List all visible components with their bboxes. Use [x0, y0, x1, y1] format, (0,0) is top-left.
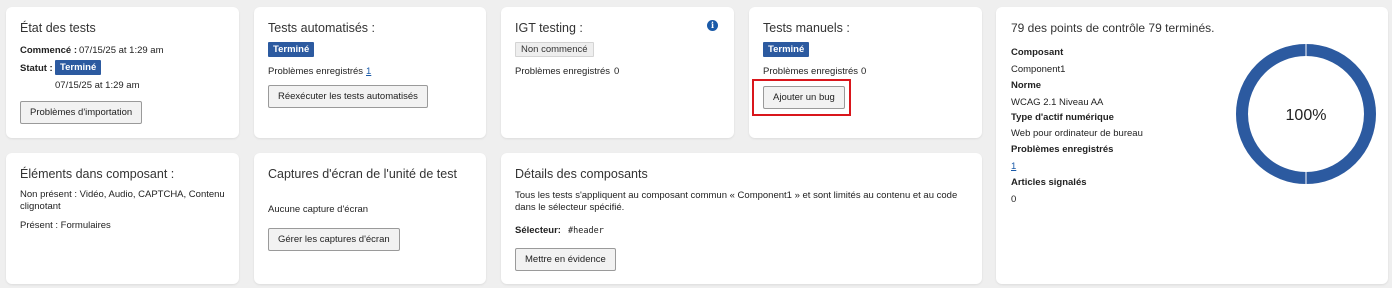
- component-value: Component1: [1011, 64, 1066, 75]
- card-title: État des tests: [20, 21, 96, 35]
- status-date: 07/15/25 at 1:29 am: [55, 80, 140, 91]
- card-title: Éléments dans composant :: [20, 167, 175, 181]
- manage-screenshots-button[interactable]: Gérer les captures d'écran: [268, 228, 400, 251]
- asset-type-label: Type d'actif numérique: [1011, 112, 1114, 123]
- status-badge: Terminé: [763, 42, 810, 57]
- selector-label: Sélecteur:: [515, 225, 561, 236]
- rerun-automated-tests-button[interactable]: Réexécuter les tests automatisés: [268, 85, 428, 108]
- problems-label: Problèmes enregistrés: [1011, 144, 1114, 155]
- selector-value: #header: [568, 226, 604, 236]
- status-badge: Terminé: [55, 60, 102, 75]
- status-label: Statut :: [20, 63, 53, 74]
- highlight-button[interactable]: Mettre en évidence: [515, 248, 616, 271]
- problems-label: Problèmes enregistrés: [763, 66, 859, 77]
- status-badge: Terminé: [268, 42, 315, 57]
- card-title: Captures d'écran de l'unité de test: [268, 167, 457, 181]
- component-label: Composant: [1011, 47, 1064, 58]
- progress-ring: 100%: [1236, 44, 1376, 184]
- asset-type-value: Web pour ordinateur de bureau: [1011, 128, 1143, 139]
- add-bug-button[interactable]: Ajouter un bug: [763, 86, 845, 109]
- no-screenshots-text: Aucune capture d'écran: [268, 204, 369, 215]
- component-elements-card: Éléments dans composant : Non présent : …: [6, 153, 239, 284]
- screenshots-card: Captures d'écran de l'unité de test Aucu…: [254, 153, 486, 284]
- started-label: Commencé :: [20, 45, 78, 56]
- progress-percentage: 100%: [1286, 107, 1327, 124]
- status-badge: Non commencé: [515, 42, 594, 57]
- card-title: Tests manuels :: [763, 21, 850, 35]
- present-text: Présent : Formulaires: [20, 220, 111, 231]
- checkpoint-summary-card: 79 des points de contrôle 79 terminés. C…: [996, 7, 1388, 284]
- info-icon[interactable]: i: [707, 20, 718, 31]
- problems-count-link[interactable]: 1: [366, 66, 371, 77]
- not-present-text: Non présent : Vidéo, Audio, CAPTCHA, Con…: [20, 189, 225, 212]
- import-problems-button[interactable]: Problèmes d'importation: [20, 101, 143, 124]
- flagged-items-count: 0: [1011, 194, 1017, 205]
- standard-value: WCAG 2.1 Niveau AA: [1011, 97, 1104, 108]
- igt-testing-card: IGT testing : i Non commencé Problèmes e…: [501, 7, 734, 138]
- details-description: Tous les tests s'appliquent au composant…: [515, 190, 958, 213]
- card-title: Tests automatisés :: [268, 21, 375, 35]
- problems-count: 0: [614, 66, 620, 77]
- card-title: IGT testing :: [515, 21, 583, 35]
- started-value: 07/15/25 at 1:29 am: [79, 45, 164, 56]
- component-details-card: Détails des composants Tous les tests s'…: [501, 153, 982, 284]
- checkpoint-headline: 79 des points de contrôle 79 terminés.: [1011, 21, 1215, 35]
- problems-count: 0: [861, 66, 867, 77]
- flagged-items-label: Articles signalés: [1011, 177, 1087, 188]
- manual-tests-card: Tests manuels : Terminé Problèmes enregi…: [749, 7, 982, 138]
- card-title: Détails des composants: [515, 167, 648, 181]
- test-status-card: État des tests Commencé : 07/15/25 at 1:…: [6, 7, 239, 138]
- problems-label: Problèmes enregistrés: [268, 66, 364, 77]
- automated-tests-card: Tests automatisés : Terminé Problèmes en…: [254, 7, 486, 138]
- standard-label: Norme: [1011, 80, 1042, 91]
- problems-label: Problèmes enregistrés: [515, 66, 611, 77]
- problems-count-link[interactable]: 1: [1011, 161, 1016, 172]
